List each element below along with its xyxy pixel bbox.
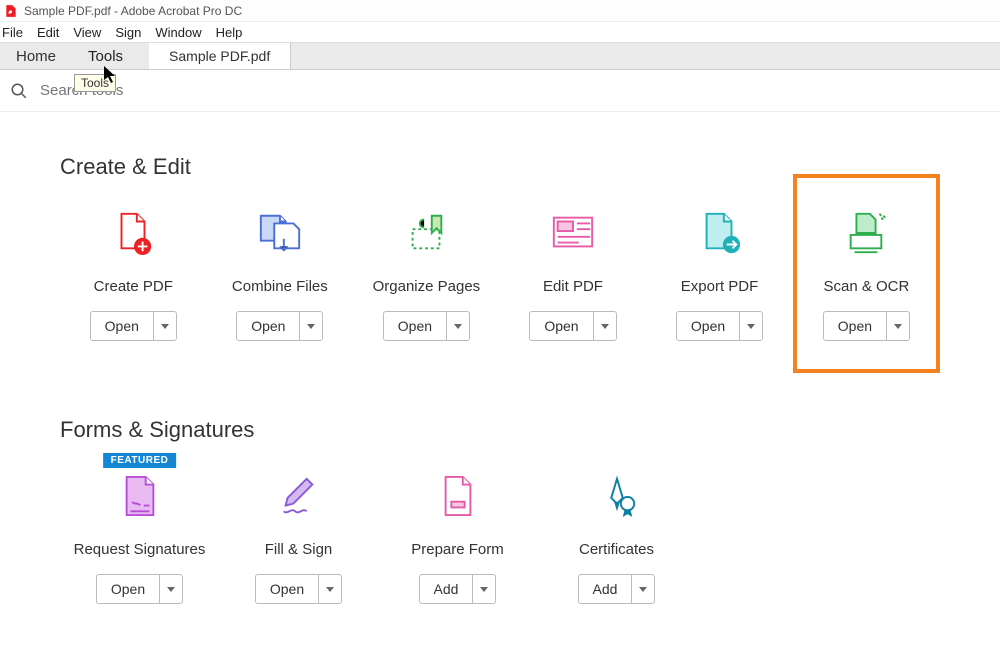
open-button-dropdown[interactable]: [447, 312, 469, 340]
chevron-down-icon: [307, 324, 315, 329]
tool-label: Combine Files: [207, 278, 354, 295]
open-button-dropdown[interactable]: [594, 312, 616, 340]
tool-certificates[interactable]: Certificates Add: [537, 469, 696, 604]
tool-prepare-form[interactable]: Prepare Form Add: [378, 469, 537, 604]
search-bar: [0, 70, 1000, 112]
featured-badge: FEATURED: [103, 453, 177, 468]
tool-edit-pdf[interactable]: Edit PDF Open: [500, 206, 647, 373]
open-button[interactable]: Open: [255, 574, 342, 604]
open-button-dropdown[interactable]: [740, 312, 762, 340]
tool-organize-pages[interactable]: Organize Pages Open: [353, 206, 500, 373]
certificates-icon: [537, 469, 696, 523]
create-pdf-icon: [60, 206, 207, 260]
organize-pages-icon: [353, 206, 500, 260]
open-button-main[interactable]: Open: [256, 575, 319, 603]
create-edit-grid: Create PDF Open Combine Files Open Organ…: [60, 206, 940, 373]
chevron-down-icon: [454, 324, 462, 329]
open-button-dropdown[interactable]: [887, 312, 909, 340]
open-button-main[interactable]: Open: [677, 312, 740, 340]
menu-file[interactable]: File: [2, 25, 23, 40]
window-title: Sample PDF.pdf - Adobe Acrobat Pro DC: [24, 4, 242, 18]
chevron-down-icon: [601, 324, 609, 329]
menu-window[interactable]: Window: [155, 25, 201, 40]
open-button-main[interactable]: Open: [824, 312, 887, 340]
chevron-down-icon: [326, 587, 334, 592]
open-button[interactable]: Open: [96, 574, 183, 604]
chevron-down-icon: [161, 324, 169, 329]
open-button-main[interactable]: Open: [91, 312, 154, 340]
edit-pdf-icon: [500, 206, 647, 260]
tool-label: Request Signatures: [60, 541, 219, 558]
open-button-dropdown[interactable]: [300, 312, 322, 340]
open-button[interactable]: Open: [529, 311, 616, 341]
fill-sign-icon: [219, 469, 378, 523]
open-button[interactable]: Open: [236, 311, 323, 341]
open-button[interactable]: Open: [823, 311, 910, 341]
tabs-row: Home Tools Sample PDF.pdf: [0, 42, 1000, 70]
tool-label: Create PDF: [60, 278, 207, 295]
menu-edit[interactable]: Edit: [37, 25, 59, 40]
tool-scan-ocr[interactable]: Scan & OCR Open: [793, 174, 940, 373]
chevron-down-icon: [894, 324, 902, 329]
title-bar: Sample PDF.pdf - Adobe Acrobat Pro DC: [0, 0, 1000, 22]
section-forms-sig-title: Forms & Signatures: [60, 417, 940, 443]
open-button[interactable]: Open: [90, 311, 177, 341]
add-button[interactable]: Add: [419, 574, 497, 604]
add-button-main[interactable]: Add: [579, 575, 633, 603]
tool-label: Scan & OCR: [797, 278, 936, 295]
tool-label: Organize Pages: [353, 278, 500, 295]
chevron-down-icon: [167, 587, 175, 592]
open-button-dropdown[interactable]: [160, 575, 182, 603]
menu-sign[interactable]: Sign: [115, 25, 141, 40]
forms-sig-grid: FEATURED Request Signatures Open Fill & …: [60, 469, 940, 604]
document-tab[interactable]: Sample PDF.pdf: [149, 43, 291, 69]
tool-label: Fill & Sign: [219, 541, 378, 558]
open-button-main[interactable]: Open: [530, 312, 593, 340]
open-button-main[interactable]: Open: [97, 575, 160, 603]
chevron-down-icon: [747, 324, 755, 329]
open-button-main[interactable]: Open: [384, 312, 447, 340]
menu-help[interactable]: Help: [216, 25, 243, 40]
open-button[interactable]: Open: [676, 311, 763, 341]
add-button-dropdown[interactable]: [473, 575, 495, 603]
chevron-down-icon: [639, 587, 647, 592]
tool-export-pdf[interactable]: Export PDF Open: [646, 206, 793, 373]
tool-combine-files[interactable]: Combine Files Open: [207, 206, 354, 373]
tool-label: Certificates: [537, 541, 696, 558]
add-button[interactable]: Add: [578, 574, 656, 604]
tool-label: Prepare Form: [378, 541, 537, 558]
tool-label: Export PDF: [646, 278, 793, 295]
combine-files-icon: [207, 206, 354, 260]
open-button-dropdown[interactable]: [154, 312, 176, 340]
cursor-icon: [104, 66, 118, 84]
nav-home[interactable]: Home: [0, 43, 72, 69]
scan-ocr-icon: [797, 206, 936, 260]
acrobat-app-icon: [4, 4, 18, 18]
prepare-form-icon: [378, 469, 537, 523]
open-button[interactable]: Open: [383, 311, 470, 341]
tool-fill-sign[interactable]: Fill & Sign Open: [219, 469, 378, 604]
menu-view[interactable]: View: [73, 25, 101, 40]
search-icon: [10, 82, 28, 100]
export-pdf-icon: [646, 206, 793, 260]
open-button-dropdown[interactable]: [319, 575, 341, 603]
open-button-main[interactable]: Open: [237, 312, 300, 340]
tool-label: Edit PDF: [500, 278, 647, 295]
add-button-main[interactable]: Add: [420, 575, 474, 603]
request-signatures-icon: [60, 469, 219, 523]
chevron-down-icon: [480, 587, 488, 592]
menu-bar: File Edit View Sign Window Help: [0, 22, 1000, 42]
tool-request-signatures[interactable]: FEATURED Request Signatures Open: [60, 469, 219, 604]
tool-create-pdf[interactable]: Create PDF Open: [60, 206, 207, 373]
add-button-dropdown[interactable]: [632, 575, 654, 603]
